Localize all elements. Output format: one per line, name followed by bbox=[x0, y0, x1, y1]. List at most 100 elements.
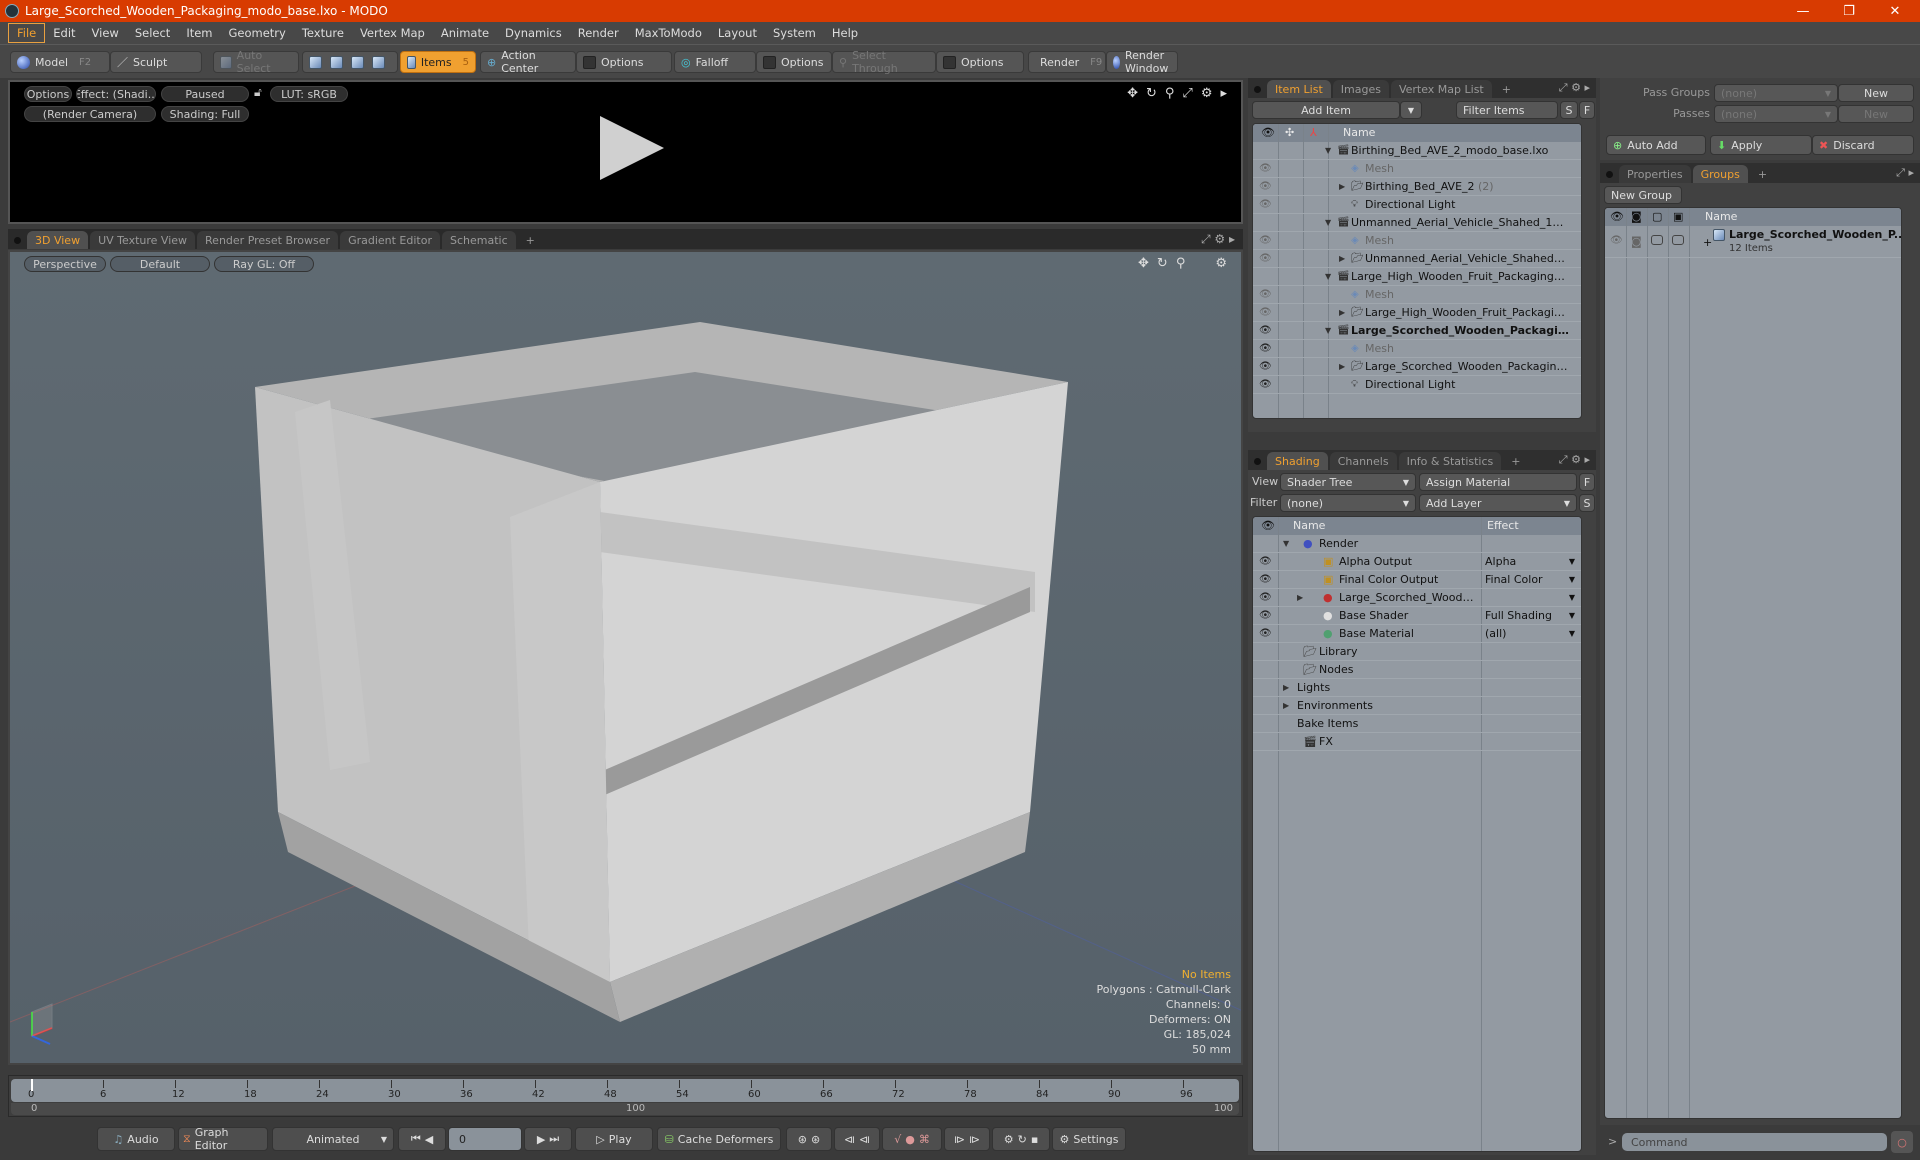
new-pass-button[interactable]: New bbox=[1838, 105, 1914, 123]
sculpt-mode-button[interactable]: ／ Sculpt bbox=[110, 51, 202, 73]
auto-select-button[interactable]: Auto Select bbox=[213, 49, 299, 75]
shader-row[interactable]: 👁︎ ▶ ● Large_Scorched_Wooden_ ... ▼ bbox=[1253, 589, 1581, 607]
materials-mode-icon[interactable] bbox=[372, 55, 385, 69]
menu-animate[interactable]: Animate bbox=[433, 24, 497, 42]
auto-add-button[interactable]: ⊕ Auto Add bbox=[1606, 135, 1706, 155]
add-tab-button[interactable]: + bbox=[518, 231, 543, 249]
preview-shading-dropdown[interactable]: Shading: Full bbox=[161, 106, 249, 122]
record-macro-button[interactable]: ○ bbox=[1891, 1131, 1913, 1153]
add-tab-button[interactable]: + bbox=[1494, 80, 1519, 98]
visibility-eye-icon[interactable]: 👁︎ bbox=[1259, 379, 1272, 390]
item-row[interactable]: 👁︎ ▶ 📂︎ Large_High_Wooden_Fruit_Packaging_ … bbox=[1253, 304, 1581, 322]
timeline-range-bar[interactable]: 0 100 100 bbox=[11, 1103, 1239, 1115]
shader-row[interactable]: 👁︎ ● Base Shader Full Shading ▼ bbox=[1253, 607, 1581, 625]
expand-arrow-icon[interactable]: ▶ bbox=[1339, 182, 1345, 191]
shading-f-button[interactable]: F bbox=[1579, 473, 1595, 491]
group-lock-toggle[interactable] bbox=[1651, 235, 1663, 245]
collapse-arrow-icon[interactable]: ▼ bbox=[1283, 539, 1289, 548]
preview-paused-button[interactable]: Paused bbox=[161, 86, 249, 102]
expand-arrow-icon[interactable]: ▸ bbox=[1584, 81, 1590, 94]
expand-arrow-icon[interactable]: ▶ bbox=[1339, 308, 1345, 317]
tab-images[interactable]: Images bbox=[1332, 80, 1389, 98]
effect-value[interactable]: (all) bbox=[1485, 627, 1506, 640]
shader-row[interactable]: 👁︎ ▣ Alpha Output Alpha ▼ bbox=[1253, 553, 1581, 571]
animated-dropdown[interactable]: Animated ▼ bbox=[272, 1127, 394, 1151]
expand-arrow-icon[interactable]: ▶ bbox=[1297, 593, 1303, 602]
collapse-arrow-icon[interactable]: ▼ bbox=[1325, 272, 1331, 281]
vertices-mode-icon[interactable] bbox=[309, 55, 322, 69]
frame-input[interactable]: 0 bbox=[448, 1127, 522, 1151]
falloff-button[interactable]: ◎ Falloff bbox=[674, 51, 756, 73]
pan-icon[interactable]: ✥ bbox=[1127, 86, 1138, 101]
menu-vertex-map[interactable]: Vertex Map bbox=[352, 24, 433, 42]
rotate-icon[interactable]: ↻ bbox=[1146, 86, 1157, 101]
name-column-header[interactable]: Name bbox=[1343, 126, 1375, 139]
effect-value[interactable]: Final Color bbox=[1485, 573, 1543, 586]
filter-items-input[interactable]: Filter Items bbox=[1456, 101, 1558, 119]
record-key-icon[interactable]: ● bbox=[905, 1133, 915, 1146]
name-column-header[interactable]: Name bbox=[1293, 519, 1325, 532]
shader-row[interactable]: 🎬︎ FX bbox=[1253, 733, 1581, 751]
chevron-down-icon[interactable]: ▼ bbox=[1569, 557, 1575, 566]
menu-geometry[interactable]: Geometry bbox=[221, 24, 294, 42]
item-row[interactable]: 👁︎ ◈ Mesh bbox=[1253, 160, 1581, 178]
timeline[interactable]: 0 6 12 18 24 30 36 42 48 54 60 66 72 78 84 90 96 0 100 1… bbox=[8, 1075, 1243, 1117]
filter-dropdown[interactable]: (none) ▼ bbox=[1280, 494, 1416, 512]
collapse-arrow-icon[interactable]: ▼ bbox=[1325, 146, 1331, 155]
item-row[interactable]: 👁︎ ▼ 🎬︎ Large_Scorched_Wooden_Packagin... bbox=[1253, 322, 1581, 340]
current-frame-marker[interactable] bbox=[31, 1079, 33, 1091]
maximize-icon[interactable]: ⤢ bbox=[1559, 453, 1568, 466]
shader-row[interactable]: 📂︎ Nodes bbox=[1253, 661, 1581, 679]
chevron-down-icon[interactable]: ▼ bbox=[1569, 593, 1575, 602]
gear-icon[interactable]: ⚙ bbox=[1201, 86, 1213, 101]
chevron-down-icon[interactable]: ▼ bbox=[1569, 575, 1575, 584]
item-row[interactable]: ▼ 🎬︎ Large_High_Wooden_Fruit_Packaging_of … bbox=[1253, 268, 1581, 286]
item-row[interactable]: 👁︎ ▶ 📂︎ Unmanned_Aerial_Vehicle_Shahed_129 … bbox=[1253, 250, 1581, 268]
tab-schematic[interactable]: Schematic bbox=[442, 231, 516, 249]
visibility-eye-icon[interactable]: 👁︎ bbox=[1259, 628, 1272, 639]
visibility-eye-icon[interactable]: 👁︎ bbox=[1259, 361, 1272, 372]
cache-deformers-button[interactable]: ⛁ Cache Deformers bbox=[657, 1127, 781, 1151]
graph-editor-button[interactable]: ⧖ Graph Editor bbox=[178, 1126, 268, 1152]
menu-view[interactable]: View bbox=[84, 24, 127, 42]
next-keyframe-icon[interactable]: ⧐ bbox=[969, 1133, 980, 1146]
collapse-arrow-icon[interactable]: ▼ bbox=[1325, 326, 1331, 335]
expand-arrow-icon[interactable]: ▸ bbox=[1584, 453, 1590, 466]
expand-arrow-icon[interactable]: ▶ bbox=[1339, 362, 1345, 371]
gear-icon[interactable]: ⚙ bbox=[1214, 232, 1225, 246]
visibility-eye-icon[interactable]: 👁︎ bbox=[1259, 289, 1272, 300]
effect-column-header[interactable]: Effect bbox=[1487, 519, 1519, 532]
close-button[interactable]: ✕ bbox=[1872, 0, 1918, 22]
render-window-button[interactable]: Render Window bbox=[1106, 49, 1178, 75]
shader-row[interactable]: Bake Items bbox=[1253, 715, 1581, 733]
tab-shading[interactable]: Shading bbox=[1267, 452, 1328, 470]
visibility-eye-icon[interactable]: 👁︎ bbox=[1259, 610, 1272, 621]
go-to-start-icon[interactable]: ⏮ bbox=[411, 1132, 421, 1146]
visibility-eye-icon[interactable]: 👁︎ bbox=[1259, 592, 1272, 603]
next-key-icon[interactable]: ⧐ bbox=[954, 1133, 965, 1146]
chevron-down-icon[interactable]: ▼ bbox=[1569, 629, 1575, 638]
model-mode-button[interactable]: Model F2 bbox=[10, 51, 110, 73]
select-through-button[interactable]: ⚲ Select Through bbox=[832, 49, 936, 75]
new-pass-group-button[interactable]: New bbox=[1838, 84, 1914, 102]
view-dropdown[interactable]: Shader Tree ▼ bbox=[1280, 473, 1416, 491]
render-button[interactable]: Render F9 bbox=[1028, 51, 1106, 73]
menu-file[interactable]: File bbox=[8, 23, 46, 43]
visibility-eye-icon[interactable]: 👁︎ bbox=[1259, 253, 1272, 264]
falloff-options-button[interactable]: Options bbox=[756, 51, 832, 73]
menu-help[interactable]: Help bbox=[824, 24, 866, 42]
visibility-eye-icon[interactable]: 👁︎ bbox=[1259, 307, 1272, 318]
step-back-icon[interactable]: ◀ bbox=[425, 1133, 433, 1146]
item-row[interactable]: 👁︎ ▶ 📂︎Large_Scorched_Wooden_Packaging (2) bbox=[1253, 358, 1581, 376]
passes-dropdown[interactable]: (none) ▼ bbox=[1714, 105, 1838, 123]
group-select-toggle[interactable] bbox=[1672, 235, 1684, 245]
preview-options-button[interactable]: Options bbox=[24, 86, 72, 102]
key-tool-1-icon[interactable]: ⚙ bbox=[1004, 1133, 1014, 1146]
item-row[interactable]: 👁︎ ◈ Mesh bbox=[1253, 286, 1581, 304]
shader-row[interactable]: ▶ Lights bbox=[1253, 679, 1581, 697]
tab-groups[interactable]: Groups bbox=[1692, 165, 1748, 183]
shader-row[interactable]: 👁︎ ▣ Final Color Output Final Color ▼ bbox=[1253, 571, 1581, 589]
tab-info-statistics[interactable]: Info & Statistics bbox=[1398, 452, 1502, 470]
name-column-header[interactable]: Name bbox=[1705, 210, 1737, 223]
effect-value[interactable]: Alpha bbox=[1485, 555, 1516, 568]
